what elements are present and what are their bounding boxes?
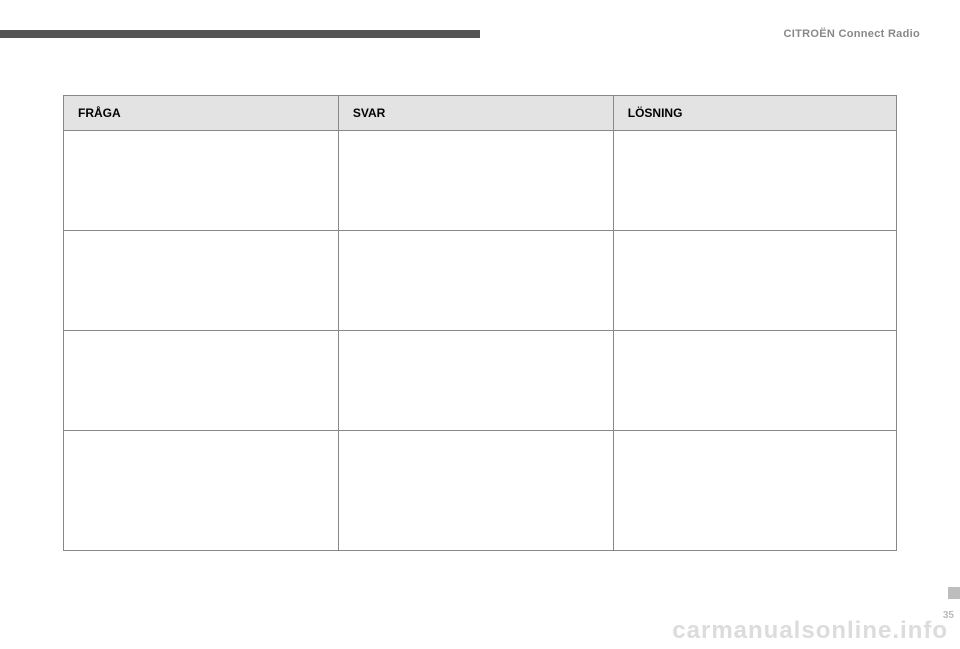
- cell-solution: [613, 431, 896, 551]
- column-header-answer: SVAR: [338, 96, 613, 131]
- top-horizontal-bar: [0, 30, 480, 38]
- header-section-title: CITROËN Connect Radio: [784, 28, 920, 40]
- cell-question: [64, 231, 339, 331]
- column-header-solution: LÖSNING: [613, 96, 896, 131]
- watermark-text: carmanualsonline.info: [672, 617, 948, 645]
- cell-question: [64, 431, 339, 551]
- cell-answer: [338, 331, 613, 431]
- cell-answer: [338, 131, 613, 231]
- side-tab-marker: [948, 587, 960, 599]
- table-row: [64, 131, 897, 231]
- table-header-row: FRÅGA SVAR LÖSNING: [64, 96, 897, 131]
- cell-answer: [338, 431, 613, 551]
- table-row: [64, 231, 897, 331]
- cell-solution: [613, 231, 896, 331]
- cell-solution: [613, 131, 896, 231]
- table-row: [64, 331, 897, 431]
- cell-solution: [613, 331, 896, 431]
- faq-table-container: FRÅGA SVAR LÖSNING: [63, 95, 897, 551]
- cell-question: [64, 131, 339, 231]
- cell-question: [64, 331, 339, 431]
- table-row: [64, 431, 897, 551]
- column-header-question: FRÅGA: [64, 96, 339, 131]
- cell-answer: [338, 231, 613, 331]
- faq-table: FRÅGA SVAR LÖSNING: [63, 95, 897, 551]
